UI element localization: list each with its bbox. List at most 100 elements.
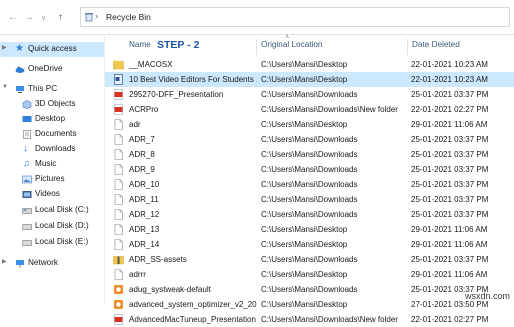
file-original-location: C:\Users\Mansi\Downloads\New folder <box>261 315 398 324</box>
file-original-location: C:\Users\Mansi\Downloads <box>261 90 358 99</box>
document-icon <box>114 74 123 85</box>
file-original-location: C:\Users\Mansi\Downloads <box>261 165 358 174</box>
file-row[interactable]: adug_systweak-default C:\Users\Mansi\Down… <box>105 282 514 297</box>
file-date-deleted: 25-01-2021 03:37 PM <box>411 210 489 219</box>
sidebar-item-3d-objects[interactable]: 3D Objects <box>0 97 104 112</box>
file-name: advanced_system_optimizer_v2_20... <box>129 300 257 309</box>
file-row[interactable]: ADR_7 C:\Users\Mansi\Downloads 25-01-2021 … <box>105 132 514 147</box>
file-name: 295270-DFF_Presentation <box>129 90 224 99</box>
sidebar-item-downloads[interactable]: ↓ Downloads <box>0 142 104 157</box>
pictures-icon <box>22 175 32 184</box>
chevron-down-icon[interactable]: ∨ <box>41 14 46 22</box>
sidebar-item-onedrive[interactable]: OneDrive <box>0 62 104 77</box>
file-original-location: C:\Users\Mansi\Downloads <box>261 195 358 204</box>
sidebar-item-label: Music <box>35 159 57 168</box>
forward-arrow-icon[interactable]: → <box>24 12 34 23</box>
file-name: adrrr <box>129 270 146 279</box>
file-original-location: C:\Users\Mansi\Desktop <box>261 240 348 249</box>
file-row[interactable]: ADR_9 C:\Users\Mansi\Downloads 25-01-2021 … <box>105 162 514 177</box>
sidebar-item-label: Documents <box>35 129 77 138</box>
address-field[interactable]: › Recycle Bin <box>80 7 510 27</box>
file-original-location: C:\Users\Mansi\Desktop <box>261 300 348 309</box>
file-icon <box>114 149 123 160</box>
sidebar-item-documents[interactable]: Documents <box>0 127 104 142</box>
file-row[interactable]: 295270-DFF_Presentation C:\Users\Mansi\Do… <box>105 87 514 102</box>
file-row[interactable]: adrrr C:\Users\Mansi\Desktop 29-01-2021 11… <box>105 267 514 282</box>
file-date-deleted: 25-01-2021 03:37 PM <box>411 165 489 174</box>
file-original-location: C:\Users\Mansi\Downloads <box>261 180 358 189</box>
column-header-date-deleted[interactable]: Date Deleted <box>408 35 514 55</box>
file-row[interactable]: ADR_12 C:\Users\Mansi\Downloads 25-01-2021… <box>105 207 514 222</box>
file-original-location: C:\Users\Mansi\Desktop <box>261 75 348 84</box>
recycle-bin-icon <box>85 13 93 22</box>
file-row[interactable]: ADR_8 C:\Users\Mansi\Downloads 25-01-2021 … <box>105 147 514 162</box>
drive-icon <box>22 208 32 214</box>
file-row[interactable]: ADR_10 C:\Users\Mansi\Downloads 25-01-2021… <box>105 177 514 192</box>
file-date-deleted: 22-01-2021 02:27 PM <box>411 315 489 324</box>
file-row[interactable]: advanced_system_optimizer_v2_20... C:\Use… <box>105 297 514 312</box>
sidebar-item-label: Network <box>28 258 59 267</box>
file-row[interactable]: AdvancedMacTuneup_Presentation C:\Users\M… <box>105 312 514 327</box>
sidebar-item-local-disk-c[interactable]: Local Disk (C:) <box>0 203 104 218</box>
sidebar-item-label: Local Disk (D:) <box>35 221 89 230</box>
sidebar-item-this-pc[interactable]: ▼ This PC <box>0 82 104 97</box>
file-icon <box>114 179 123 190</box>
column-header-label: Date Deleted <box>412 40 460 49</box>
watermark: wsxdn.com <box>464 291 510 301</box>
sidebar-item-label: OneDrive <box>28 64 63 73</box>
file-name: AdvancedMacTuneup_Presentation <box>129 315 256 324</box>
file-icon <box>114 164 123 175</box>
column-header-label: Name <box>129 40 151 49</box>
sidebar-item-label: 3D Objects <box>35 99 76 108</box>
file-row[interactable]: ACRPro C:\Users\Mansi\Downloads\New folde… <box>105 102 514 117</box>
file-date-deleted: 27-01-2021 03:50 PM <box>411 300 489 309</box>
file-row[interactable]: adr C:\Users\Mansi\Desktop 29-01-2021 11:0… <box>105 117 514 132</box>
sidebar-item-pictures[interactable]: Pictures <box>0 172 104 187</box>
file-original-location: C:\Users\Mansi\Downloads <box>261 255 358 264</box>
sidebar-item-desktop[interactable]: Desktop <box>0 112 104 127</box>
expand-arrow-icon[interactable]: ▶ <box>2 258 7 265</box>
sidebar-item-local-disk-e[interactable]: Local Disk (E:) <box>0 235 104 250</box>
cube-icon <box>22 100 32 109</box>
file-row[interactable]: ADR_14 C:\Users\Mansi\Desktop 29-01-2021 1… <box>105 237 514 252</box>
desktop-icon <box>22 116 32 122</box>
step-annotation: STEP - 2 <box>157 39 200 51</box>
file-date-deleted: 29-01-2021 11:06 AM <box>411 120 488 129</box>
expand-arrow-icon[interactable]: ▼ <box>2 84 8 90</box>
file-name: ADR_9 <box>129 165 155 174</box>
file-name: ADR_14 <box>129 240 160 249</box>
breadcrumb-chevron-icon: › <box>95 11 98 21</box>
download-icon: ↓ <box>23 143 28 154</box>
documents-icon <box>23 130 31 139</box>
music-icon: ♫ <box>23 158 30 168</box>
app-icon <box>114 300 123 309</box>
file-row[interactable]: ADR_13 C:\Users\Mansi\Desktop 29-01-2021 1… <box>105 222 514 237</box>
sidebar-item-label: Local Disk (E:) <box>35 237 89 246</box>
file-row[interactable]: __MACOSX C:\Users\Mansi\Desktop 22-01-2021… <box>105 57 514 72</box>
file-icon <box>114 239 123 250</box>
file-row[interactable]: ADR_11 C:\Users\Mansi\Downloads 25-01-2021… <box>105 192 514 207</box>
sidebar-item-local-disk-d[interactable]: Local Disk (D:) <box>0 219 104 234</box>
pdf-icon <box>114 89 123 100</box>
file-name: ACRPro <box>129 105 159 114</box>
breadcrumb-recycle-bin[interactable]: Recycle Bin <box>106 12 151 22</box>
back-arrow-icon[interactable]: ← <box>8 12 18 23</box>
computer-icon <box>16 86 24 93</box>
up-arrow-icon[interactable]: ↑ <box>58 12 63 23</box>
column-header-original-location[interactable]: Original Location <box>257 35 407 55</box>
file-date-deleted: 29-01-2021 11:06 AM <box>411 240 488 249</box>
file-row[interactable]: ADR_SS-assets C:\Users\Mansi\Downloads 25-… <box>105 252 514 267</box>
expand-arrow-icon[interactable]: ▶ <box>2 44 7 51</box>
sidebar-item-quick-access[interactable]: ▶ ★ Quick access <box>0 42 104 57</box>
sidebar-item-videos[interactable]: Videos <box>0 187 104 202</box>
address-bar: ← → ∨ ↑ › Recycle Bin <box>0 0 514 35</box>
file-date-deleted: 22-01-2021 10:23 AM <box>411 75 488 84</box>
file-name: __MACOSX <box>129 60 173 69</box>
file-row[interactable]: 10 Best Video Editors For Students ... C:… <box>105 72 514 87</box>
file-original-location: C:\Users\Mansi\Downloads <box>261 210 358 219</box>
column-header-row: ∧ Name STEP - 2 Original Location Date D… <box>105 34 514 55</box>
file-original-location: C:\Users\Mansi\Desktop <box>261 225 348 234</box>
sidebar-item-network[interactable]: ▶ Network <box>0 256 104 271</box>
sidebar-item-music[interactable]: ♫ Music <box>0 157 104 172</box>
navigation-pane: ▶ ★ Quick access OneDrive ▼ This PC 3D O… <box>0 35 104 303</box>
